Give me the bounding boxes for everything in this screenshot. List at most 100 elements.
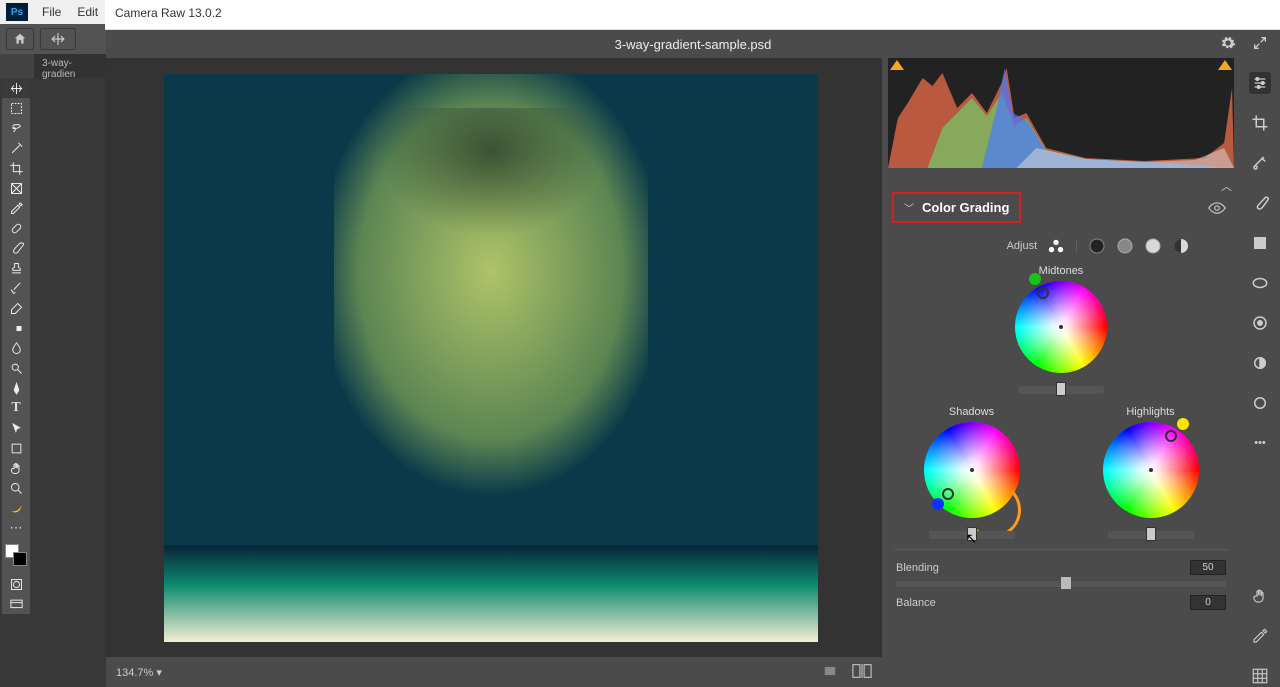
midtones-sat-icon[interactable] [1029,273,1041,285]
edit-sliders-icon[interactable] [1249,72,1271,94]
marquee-tool-icon[interactable] [2,98,30,118]
snapshot-icon[interactable] [1249,352,1271,374]
path-select-icon[interactable] [2,418,30,438]
midtones-label: Midtones [892,265,1230,277]
balance-value[interactable]: 0 [1190,595,1226,610]
lasso-tool-icon[interactable] [2,118,30,138]
grid-toggle-icon[interactable] [822,664,838,681]
camera-raw-title: Camera Raw 13.0.2 [105,0,1280,30]
highlights-sat-icon[interactable] [1177,418,1189,430]
highlights-wheel[interactable] [1103,422,1199,518]
heal-tool-icon[interactable] [2,218,30,238]
compare-icon[interactable] [852,664,872,681]
blending-slider[interactable] [896,581,1226,587]
midtones-handle[interactable] [1037,287,1049,299]
eraser-tool-icon[interactable] [2,298,30,318]
ps-options-bar [0,24,106,54]
highlight-clip-icon[interactable] [1218,60,1232,70]
color-grading-header[interactable]: ﹀ Color Grading [892,192,1021,223]
panel-title: Color Grading [922,200,1009,215]
raw-file-bar: 3-way-gradient-sample.psd [106,30,1280,58]
highlights-handle[interactable] [1165,430,1177,442]
home-icon[interactable] [6,28,34,50]
blending-label: Blending [896,562,946,574]
highlights-section: Highlights [1103,406,1199,539]
shadows-sat-icon[interactable] [932,498,944,510]
threeway-view-icon[interactable] [1047,237,1065,255]
redeye-icon[interactable] [1249,312,1271,334]
settings-icon[interactable] [1220,35,1236,54]
frame-tool-icon[interactable] [2,178,30,198]
history-brush-icon[interactable] [2,278,30,298]
balance-row: Balance 0 [882,589,1240,616]
sampler-icon[interactable] [1249,625,1271,647]
midtones-section: Midtones [882,259,1240,394]
raw-right-panels: ︿ ﹀ Color Grading Adjust | [882,58,1280,687]
move-tool-icon[interactable] [2,78,30,98]
raw-status-bar: 134.7% ▾ [106,657,882,687]
hand-icon[interactable] [1249,585,1271,607]
midtones-luminance-slider[interactable] [1018,386,1104,394]
stamp-tool-icon[interactable] [2,258,30,278]
brush-tool-icon[interactable] [2,238,30,258]
shadows-label: Shadows [924,406,1020,418]
crop-icon[interactable] [1249,112,1271,134]
menu-file[interactable]: File [34,5,69,19]
radial-filter-icon[interactable] [1249,272,1271,294]
raw-canvas-area: 134.7% ▾ [106,58,882,687]
ps-tabs: 3-way-gradien [0,54,106,78]
blur-tool-icon[interactable] [2,338,30,358]
preview-image[interactable] [164,74,818,642]
pen-tool-icon[interactable] [2,378,30,398]
gradient-tool-icon[interactable] [2,318,30,338]
highlights-view-icon[interactable] [1144,237,1162,255]
banana-tool-icon[interactable] [2,498,30,518]
shadows-section: Shadows ↖ [924,406,1020,539]
eyedropper-tool-icon[interactable] [2,198,30,218]
midtones-wheel[interactable] [1015,281,1107,373]
shadows-handle[interactable] [942,488,954,500]
fg-bg-colors[interactable] [2,544,30,574]
shape-tool-icon[interactable] [2,438,30,458]
type-tool-icon[interactable]: T [2,398,30,418]
ps-document-tab[interactable]: 3-way-gradien [34,54,106,78]
heal-icon[interactable] [1249,152,1271,174]
zoom-tool-icon[interactable] [2,478,30,498]
hand-tool-icon[interactable] [2,458,30,478]
balance-label: Balance [896,597,946,609]
adjust-label: Adjust [1007,240,1038,252]
zoom-level[interactable]: 134.7% ▾ [116,666,162,679]
highlights-luminance-slider[interactable] [1108,531,1194,539]
blending-value[interactable]: 50 [1190,560,1226,575]
quickmask-icon[interactable] [2,574,30,594]
move-options-icon[interactable] [40,28,76,50]
adjust-mode-row: Adjust | [882,223,1240,259]
raw-right-toolstrip: ••• [1240,58,1280,687]
raw-filename: 3-way-gradient-sample.psd [615,37,772,52]
fullscreen-icon[interactable] [1252,35,1268,54]
screenmode-icon[interactable] [2,594,30,614]
wand-tool-icon[interactable] [2,138,30,158]
highlights-label: Highlights [1103,406,1199,418]
global-view-icon[interactable] [1172,237,1190,255]
ps-logo-icon: Ps [6,3,28,21]
more-icon[interactable]: ••• [1249,432,1271,454]
dodge-tool-icon[interactable] [2,358,30,378]
shadow-clip-icon[interactable] [890,60,904,70]
cursor-icon: ↖ [966,530,978,547]
chevron-down-icon: ﹀ [904,200,914,215]
shadows-view-icon[interactable] [1088,237,1106,255]
panel-collapse-icon[interactable]: ︿ [882,178,1240,192]
grad-filter-icon[interactable] [1249,232,1271,254]
crop-tool-icon[interactable] [2,158,30,178]
more-tool-icon[interactable]: ⋯ [2,518,30,538]
grid-icon[interactable] [1249,665,1271,687]
ps-toolbar: T ⋯ [2,78,30,614]
menu-edit[interactable]: Edit [69,5,106,19]
local-brush-icon[interactable] [1249,192,1271,214]
visibility-toggle-icon[interactable] [1208,202,1226,217]
presets-icon[interactable] [1249,392,1271,414]
histogram[interactable] [888,58,1234,168]
midtones-view-icon[interactable] [1116,237,1134,255]
camera-raw-window: 3-way-gradient-sample.psd 134.7% ▾ [106,30,1280,687]
